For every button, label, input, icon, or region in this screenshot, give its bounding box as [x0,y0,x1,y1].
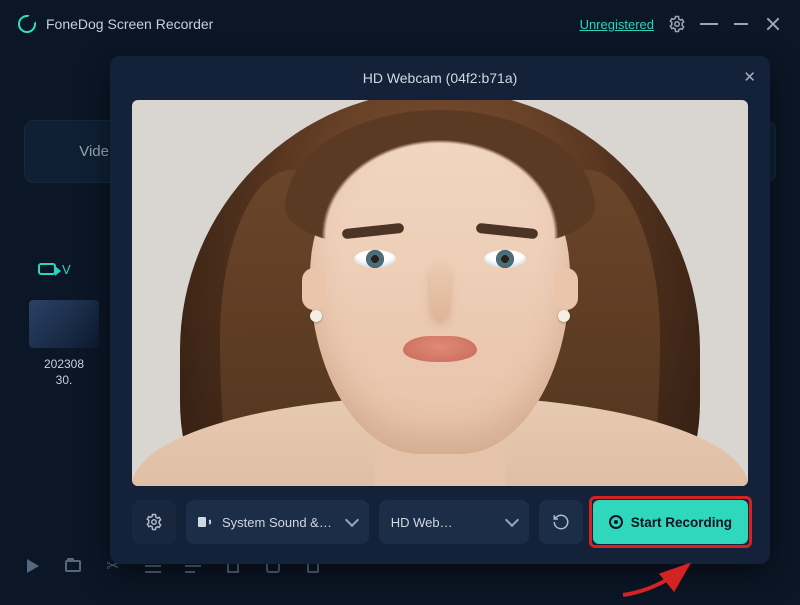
filter-webcam-tab[interactable]: V [24,258,71,280]
camera-icon [38,263,56,275]
webcam-preview [132,100,748,486]
folder-icon[interactable] [64,557,82,575]
menu-icon[interactable] [700,15,718,33]
webcam-modal: HD Webcam (04f2:b71a) ✕ System Sound & [110,56,770,564]
minimize-button[interactable] [732,15,750,33]
annotation-arrow [618,560,718,600]
mode-card-left[interactable]: Vide [24,120,124,183]
start-recording-label: Start Recording [631,515,732,530]
refresh-button[interactable] [539,500,583,544]
settings-gear-icon[interactable] [668,15,686,33]
audio-source-dropdown[interactable]: System Sound &… [186,500,369,544]
recorder-settings-button[interactable] [132,500,176,544]
thumbnail-image [29,300,99,348]
camera-source-dropdown[interactable]: HD Web… [379,500,529,544]
thumbnail-label: 20230830. [44,356,84,388]
chevron-down-icon [345,513,359,527]
recording-thumb-left[interactable]: 20230830. [24,300,104,388]
filter-label: V [62,262,71,277]
app-logo-icon [18,15,36,33]
camera-source-label: HD Web… [391,515,497,530]
app-title: FoneDog Screen Recorder [46,16,213,32]
unregistered-link[interactable]: Unregistered [580,17,654,32]
record-icon [609,515,623,529]
audio-source-label: System Sound &… [222,515,337,530]
title-bar: FoneDog Screen Recorder Unregistered [0,0,800,48]
close-icon[interactable]: ✕ [743,68,756,86]
speaker-icon [198,517,212,527]
start-recording-wrap: Start Recording [593,500,748,544]
modal-controls: System Sound &… HD Web… Start Recording [110,500,770,564]
close-window-button[interactable] [764,15,782,33]
modal-title: HD Webcam (04f2:b71a) ✕ [110,56,770,100]
chevron-down-icon [505,513,519,527]
start-recording-button[interactable]: Start Recording [593,500,748,544]
play-icon[interactable] [24,557,42,575]
